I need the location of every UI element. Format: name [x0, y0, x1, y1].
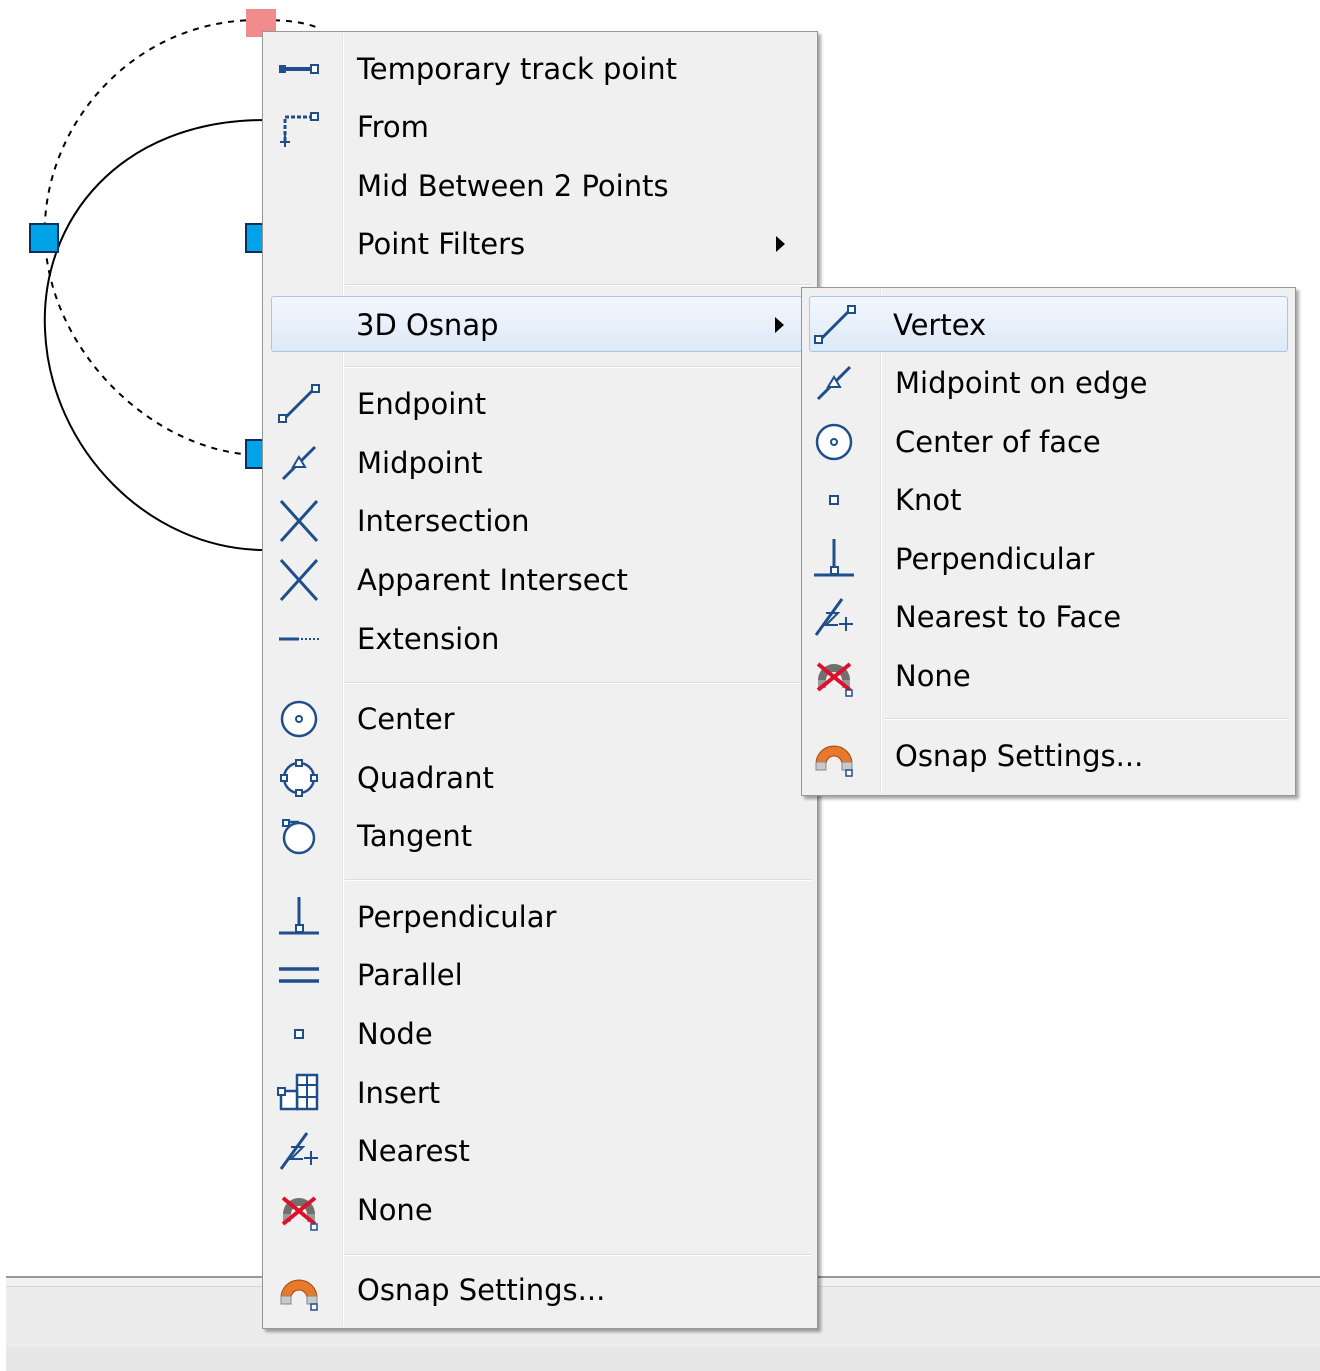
menu-item-from[interactable]: From — [267, 99, 813, 155]
menu-item-label: Nearest — [357, 1134, 470, 1168]
menu-item-label: Endpoint — [357, 387, 487, 421]
menu-item-label: Center of face — [895, 425, 1101, 459]
intersection-icon — [277, 499, 321, 543]
menu-item-perpendicular[interactable]: Perpendicular — [267, 889, 813, 945]
3d-osnap-submenu: Vertex Midpoint on edge Center of face K… — [801, 287, 1296, 796]
status-bar-lower — [6, 1347, 1320, 1371]
menu-item-label: Knot — [895, 483, 962, 517]
submenu-item-vertex[interactable]: Vertex — [809, 296, 1288, 352]
menu-item-label: Perpendicular — [895, 542, 1095, 576]
temporary-track-point-icon — [277, 49, 321, 89]
node-icon — [277, 1014, 321, 1054]
knot-icon — [812, 480, 856, 520]
menu-item-label: Node — [357, 1017, 433, 1051]
menu-item-label: Vertex — [893, 308, 987, 342]
menu-item-label: From — [357, 110, 429, 144]
center-icon — [277, 699, 321, 739]
submenu-item-perpendicular[interactable]: Perpendicular — [806, 531, 1291, 587]
menu-item-nearest[interactable]: Nearest — [267, 1123, 813, 1179]
perpendicular-icon — [812, 539, 856, 579]
none-icon — [277, 1190, 321, 1231]
menu-separator — [345, 1254, 811, 1256]
submenu-item-nearest-to-face[interactable]: Nearest to Face — [806, 589, 1291, 645]
quadrant-icon — [277, 758, 321, 798]
menu-item-label: Temporary track point — [357, 52, 678, 86]
menu-item-parallel[interactable]: Parallel — [267, 947, 813, 1003]
menu-item-center[interactable]: Center — [267, 691, 813, 747]
submenu-item-knot[interactable]: Knot — [806, 472, 1291, 528]
submenu-item-center-of-face[interactable]: Center of face — [806, 414, 1291, 470]
solid-arc — [43, 119, 266, 551]
menu-item-label: Center — [357, 702, 455, 736]
grip-left[interactable] — [29, 223, 59, 253]
vertex-icon — [813, 305, 857, 345]
parallel-icon — [277, 955, 321, 995]
menu-item-label: Nearest to Face — [895, 600, 1122, 634]
menu-item-label: Quadrant — [357, 761, 494, 795]
menu-item-label: Osnap Settings... — [895, 739, 1144, 773]
menu-item-apparent-intersect[interactable]: Apparent Intersect — [267, 552, 813, 608]
insert-icon — [277, 1073, 321, 1113]
perpendicular-icon — [277, 897, 321, 937]
menu-item-label: Apparent Intersect — [357, 563, 628, 597]
menu-item-insert[interactable]: Insert — [267, 1065, 813, 1121]
nearest-to-face-icon — [812, 597, 856, 637]
menu-item-quadrant[interactable]: Quadrant — [267, 750, 813, 806]
midpoint-icon — [277, 443, 321, 483]
menu-item-3d-osnap[interactable]: 3D Osnap — [271, 296, 807, 352]
menu-item-label: Midpoint on edge — [895, 366, 1148, 400]
menu-item-label: Point Filters — [357, 227, 526, 261]
osnap-settings-icon — [277, 1270, 321, 1311]
menu-item-none[interactable]: None — [267, 1182, 813, 1238]
apparent-intersect-icon — [277, 558, 321, 602]
menu-item-label: Parallel — [357, 958, 463, 992]
menu-item-label: Intersection — [357, 504, 530, 538]
menu-item-label: Extension — [357, 622, 500, 656]
menu-item-label: Mid Between 2 Points — [357, 169, 669, 203]
menu-separator — [345, 879, 811, 881]
menu-item-node[interactable]: Node — [267, 1006, 813, 1062]
menu-item-mid-between-2-points[interactable]: Mid Between 2 Points — [267, 158, 813, 214]
menu-item-label: Tangent — [357, 819, 473, 853]
submenu-item-none[interactable]: None — [806, 648, 1291, 704]
midpoint-on-edge-icon — [812, 363, 856, 403]
menu-item-label: Perpendicular — [357, 900, 557, 934]
menu-item-label: None — [895, 659, 971, 693]
menu-item-endpoint[interactable]: Endpoint — [267, 376, 813, 432]
menu-item-intersection[interactable]: Intersection — [267, 493, 813, 549]
dashed-arc — [43, 19, 259, 456]
osnap-context-menu: Temporary track point From Mid Between 2… — [262, 31, 818, 1329]
menu-item-label: Insert — [357, 1076, 441, 1110]
endpoint-icon — [277, 384, 321, 424]
submenu-arrow-icon — [775, 317, 784, 333]
menu-item-midpoint[interactable]: Midpoint — [267, 435, 813, 491]
none-icon — [812, 656, 856, 697]
from-icon — [277, 107, 321, 147]
osnap-settings-icon — [812, 736, 856, 777]
menu-item-extension[interactable]: Extension — [267, 611, 813, 667]
submenu-arrow-icon — [776, 236, 785, 252]
menu-item-tangent[interactable]: Tangent — [267, 808, 813, 864]
menu-separator — [345, 284, 811, 286]
menu-item-temporary-track-point[interactable]: Temporary track point — [267, 41, 813, 97]
menu-item-label: Midpoint — [357, 446, 483, 480]
menu-item-label: 3D Osnap — [356, 308, 499, 342]
submenu-item-osnap-settings[interactable]: Osnap Settings... — [806, 728, 1291, 784]
nearest-icon — [277, 1131, 321, 1171]
submenu-item-midpoint-on-edge[interactable]: Midpoint on edge — [806, 355, 1291, 411]
center-of-face-icon — [812, 422, 856, 462]
menu-item-osnap-settings[interactable]: Osnap Settings... — [267, 1262, 813, 1318]
menu-separator — [345, 366, 811, 368]
menu-item-label: None — [357, 1193, 433, 1227]
menu-separator — [345, 682, 811, 684]
extension-icon — [277, 619, 321, 659]
menu-separator — [883, 718, 1289, 720]
tangent-icon — [277, 816, 321, 856]
menu-item-label: Osnap Settings... — [357, 1273, 606, 1307]
menu-item-point-filters[interactable]: Point Filters — [267, 216, 813, 272]
